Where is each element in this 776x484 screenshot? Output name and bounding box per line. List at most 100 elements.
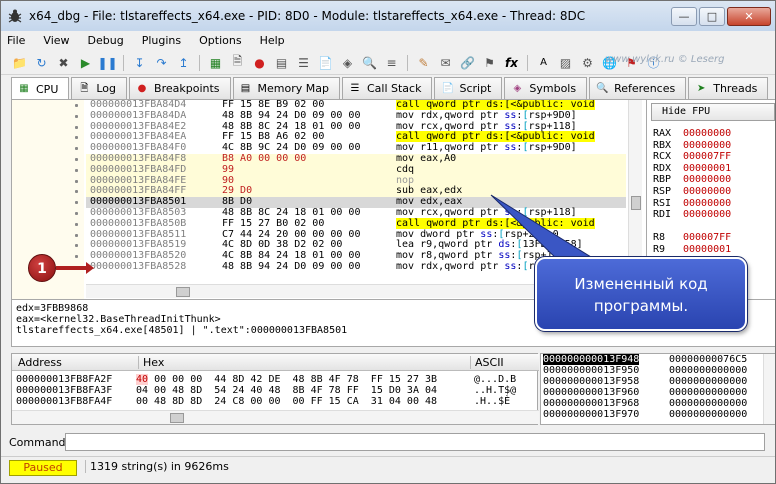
dump-header: Address Hex ASCII: [12, 354, 539, 371]
stack-rows[interactable]: 000000000013F948 00000000076C5 00000000001…: [541, 354, 775, 420]
settings-icon[interactable]: ⚙: [579, 54, 596, 71]
dump-hex-bytes: 00 00 00 44 8D 42 DE 48 8B 4F 78 FF 15 2…: [148, 374, 438, 385]
tab-label: Script: [459, 82, 492, 95]
gutter-dot[interactable]: [75, 222, 78, 226]
step-over-icon[interactable]: ↷: [153, 54, 170, 71]
pause-icon[interactable]: ❚❚: [97, 54, 117, 71]
dump-header-hex[interactable]: Hex: [138, 356, 164, 369]
menu-plugins[interactable]: Plugins: [142, 34, 181, 47]
gutter-dot[interactable]: [75, 255, 78, 259]
gutter-dot[interactable]: [75, 114, 78, 118]
menu-file[interactable]: File: [7, 34, 25, 47]
labels-icon[interactable]: 🔗: [459, 54, 476, 71]
gutter-dot[interactable]: [75, 190, 78, 194]
open-icon[interactable]: 📁: [11, 54, 28, 71]
menu-help[interactable]: Help: [260, 34, 285, 47]
disasm-address: 000000013FBA84DA: [90, 109, 187, 121]
dump-address: 000000013FB8FA3F: [16, 385, 113, 396]
dump-row[interactable]: 000000013FB8FA3F 04 00 48 8D 54 24 40 48 …: [12, 385, 539, 396]
threads-toolbar-icon[interactable]: ≡: [383, 54, 400, 71]
register-row[interactable]: RCX 000007FF: [653, 151, 731, 163]
gutter-dot[interactable]: [75, 104, 78, 107]
gutter-dot[interactable]: [75, 158, 78, 161]
gutter-dot[interactable]: [75, 179, 78, 183]
tab-references[interactable]: 🔍 References: [589, 77, 687, 99]
register-row[interactable]: [653, 221, 731, 233]
gutter-dot[interactable]: [75, 125, 78, 129]
dump-header-address[interactable]: Address: [18, 356, 62, 369]
step-into-icon[interactable]: ↧: [131, 54, 148, 71]
execute-till-return-icon[interactable]: ↥: [175, 54, 192, 71]
register-row[interactable]: R9 00000001: [653, 244, 731, 256]
tab-memory-map[interactable]: ▤ Memory Map: [232, 77, 340, 99]
restart-icon[interactable]: ↻: [33, 54, 50, 71]
disasm-row[interactable]: 000000013FBA84DA 48 8B 94 24 D0 09 00 00 m…: [86, 109, 626, 122]
dump-horizontal-scrollbar[interactable]: [12, 410, 539, 424]
hide-fpu-button[interactable]: Hide FPU: [651, 103, 775, 121]
gutter-dot[interactable]: [75, 136, 78, 140]
register-row[interactable]: RAX 00000000: [653, 128, 731, 140]
register-row[interactable]: RBP 00000000: [653, 174, 731, 186]
window-title: x64_dbg - File: tlstareffects_x64.exe - …: [29, 9, 586, 23]
tab-script[interactable]: 📄 Script: [434, 77, 503, 99]
scroll-thumb[interactable]: [176, 287, 190, 297]
calculator-icon[interactable]: ▨: [557, 54, 574, 71]
disasm-row[interactable]: 000000013FBA84FD 99 cdq: [86, 164, 626, 176]
stack-row[interactable]: 000000000013F958 0000000000000: [541, 376, 775, 387]
gutter-dot[interactable]: [75, 244, 78, 248]
symbols-toolbar-icon[interactable]: ◈: [339, 54, 356, 71]
cpu-chip-icon[interactable]: ▦: [207, 54, 224, 71]
strings-icon[interactable]: A: [535, 54, 552, 71]
dump-header-ascii[interactable]: ASCII: [470, 356, 504, 369]
callstack-toolbar-icon[interactable]: ☰: [295, 54, 312, 71]
watermark: www.wylek.ru © Leserg: [605, 54, 725, 65]
patch-icon[interactable]: ✎: [415, 54, 432, 71]
functions-icon[interactable]: fx: [503, 54, 520, 71]
gutter-dot[interactable]: [75, 147, 78, 151]
script-toolbar-icon[interactable]: 📄: [317, 54, 334, 71]
gutter-dot[interactable]: [75, 168, 78, 172]
dump-row[interactable]: 000000013FB8FA2F 40 00 00 00 44 8D 42 DE …: [12, 374, 539, 385]
dump-row[interactable]: 000000013FB8FA4F 00 48 8D 8D 24 C8 00 00 …: [12, 396, 539, 407]
run-icon[interactable]: ▶: [77, 54, 94, 71]
minimize-button[interactable]: —: [671, 7, 697, 26]
register-row[interactable]: RSP 00000000: [653, 186, 731, 198]
log-page-icon[interactable]: 🗎: [229, 54, 246, 71]
gutter-dot[interactable]: [75, 201, 78, 205]
menu-options[interactable]: Options: [199, 34, 241, 47]
stack-row[interactable]: 000000000013F970 0000000000000: [541, 409, 775, 420]
comments-icon[interactable]: ✉: [437, 54, 454, 71]
memory-map-icon[interactable]: ▤: [273, 54, 290, 71]
tab-symbols[interactable]: ◈ Symbols: [504, 77, 588, 99]
tab-call-stack[interactable]: ☰ Call Stack: [341, 77, 433, 99]
tab-cpu[interactable]: ▦ CPU: [11, 77, 70, 100]
stack-row[interactable]: 000000000013F968 0000000000000: [541, 398, 775, 409]
menu-view[interactable]: View: [43, 34, 69, 47]
close-debuggee-icon[interactable]: ✖: [55, 54, 72, 71]
stack-row[interactable]: 000000000013F950 0000000000000: [541, 365, 775, 376]
gutter-dot[interactable]: [75, 233, 78, 237]
tab-breakpoints[interactable]: ● Breakpoints: [129, 77, 231, 99]
tab-log[interactable]: 🗎 Log: [71, 77, 128, 99]
stack-vertical-scrollbar[interactable]: [763, 354, 775, 424]
menu-debug[interactable]: Debug: [88, 34, 124, 47]
close-button[interactable]: ✕: [727, 7, 771, 26]
register-row[interactable]: RBX 00000000: [653, 140, 731, 152]
stack-row[interactable]: 000000000013F960 0000000000000: [541, 387, 775, 398]
tab-threads[interactable]: ➤ Threads: [688, 77, 769, 99]
dump-rows[interactable]: 000000013FB8FA2F 40 00 00 00 44 8D 42 DE …: [12, 374, 539, 407]
scroll-thumb[interactable]: [631, 196, 641, 210]
breakpoint-dot-icon[interactable]: ●: [251, 54, 268, 71]
references-toolbar-icon[interactable]: 🔍: [361, 54, 378, 71]
register-row[interactable]: RDI 00000000: [653, 209, 731, 221]
bookmarks-icon[interactable]: ⚑: [481, 54, 498, 71]
register-row[interactable]: RDX 00000001: [653, 163, 731, 175]
memory-dump-panel: Address Hex ASCII 000000013FB8FA2F 40 00 …: [11, 353, 539, 425]
command-input[interactable]: [65, 433, 765, 451]
register-row[interactable]: RSI 00000000: [653, 198, 731, 210]
stack-row[interactable]: 000000000013F948 00000000076C5: [541, 354, 775, 365]
scroll-thumb[interactable]: [170, 413, 184, 423]
gutter-dot[interactable]: [75, 212, 78, 215]
maximize-button[interactable]: □: [699, 7, 725, 26]
register-row[interactable]: R8 000007FF: [653, 232, 731, 244]
